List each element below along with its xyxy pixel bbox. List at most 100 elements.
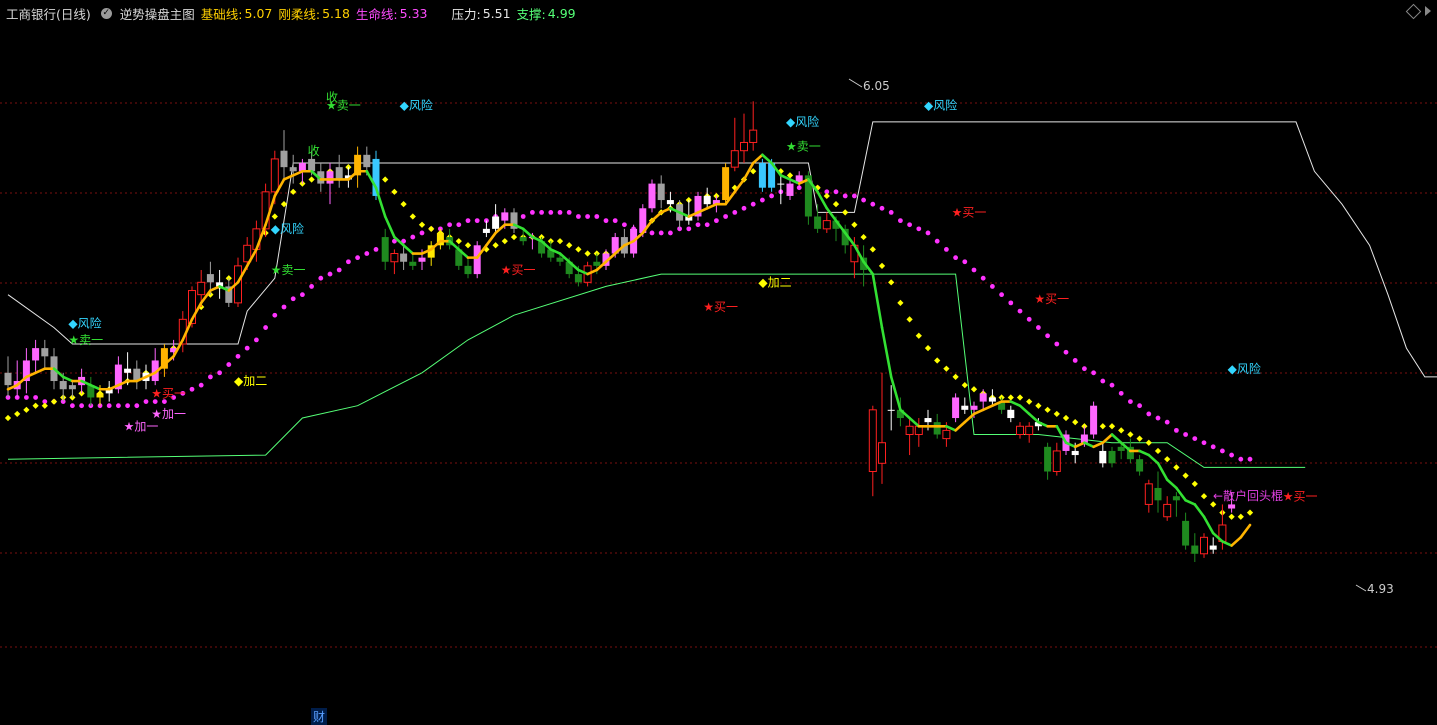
rigid-line-dot (23, 406, 30, 413)
signal-label-sell: ★卖一 (786, 140, 821, 154)
life-line-dot (1054, 341, 1060, 347)
candle-body (381, 237, 389, 262)
signal-label-buy: ★买一 (952, 206, 987, 220)
life-line-dot (217, 370, 223, 376)
candle-body (418, 257, 426, 262)
rigid-line-dot (418, 221, 426, 228)
candle-body (905, 425, 914, 435)
life-line-dot (70, 403, 75, 409)
life-line-dot (907, 222, 912, 228)
candle-body (666, 200, 674, 205)
signal-label-collect: 收 (308, 144, 320, 158)
candle-body (32, 348, 40, 361)
life-line-dot (1146, 411, 1152, 417)
life-line-dot (530, 209, 535, 215)
base-line-segment (291, 169, 304, 177)
candle-body (822, 220, 831, 230)
rigid-line-dot (492, 242, 499, 249)
life-line-dot (134, 403, 140, 409)
diamond-icon[interactable] (1405, 3, 1422, 20)
life-line-dot (603, 218, 609, 224)
signal-label-risk: ◆风险 (924, 98, 957, 113)
candle-body (1200, 536, 1208, 555)
life-line-dot (1036, 325, 1041, 330)
life-line-dot (465, 218, 471, 224)
life-line-dot (419, 230, 425, 236)
stock-name[interactable]: 工商银行 (6, 4, 56, 23)
candle-body (1044, 446, 1052, 472)
candle-body (280, 150, 288, 168)
base-line-segment (1202, 515, 1215, 535)
life-line-dot (1109, 382, 1115, 388)
life-line-dot (962, 259, 968, 265)
signal-label-add_yellow: ◆加二 (234, 374, 267, 388)
indicator-name[interactable]: 逆势操盘主图 (120, 4, 195, 23)
life-line-dot (1118, 390, 1124, 396)
life-line-dot (1174, 427, 1179, 433)
signal-label-buy: ★买一 (1283, 489, 1318, 503)
indicator-info-icon[interactable]: ✓ (100, 7, 112, 19)
base-line-segment (1073, 441, 1086, 449)
life-line-dot (346, 259, 351, 265)
period-label[interactable]: (日线) (56, 4, 91, 23)
candle-body (1117, 446, 1125, 451)
life-line-dot (944, 247, 949, 252)
candle-body (473, 245, 481, 275)
life-line-dot (861, 197, 866, 203)
life-line-dot (106, 403, 112, 409)
candle-body (942, 429, 951, 440)
rigid-line-dot (1246, 509, 1254, 516)
candle-body (409, 261, 417, 266)
rigid-line-dot (1191, 480, 1198, 487)
life-line-dot (309, 284, 314, 289)
base-line-segment (209, 285, 221, 292)
candle-body (1099, 450, 1107, 464)
candle-body (730, 150, 739, 168)
indicator-pressure-value: 5.51 (482, 5, 511, 21)
rigid-line-dot (1200, 493, 1208, 500)
base-line-segment (1101, 433, 1114, 445)
life-line-dot (1229, 452, 1234, 458)
rigid-line-dot (455, 238, 462, 245)
price-grid (0, 102, 1437, 648)
rigid-line-dot (308, 176, 315, 183)
base-line-segment (659, 206, 672, 214)
life-line-dot (769, 193, 774, 199)
candle-body (1108, 450, 1116, 464)
life-line-dot (1238, 456, 1244, 462)
rigid-line-dot (1035, 402, 1042, 409)
expand-arrow-icon[interactable] (1425, 6, 1431, 16)
candle-body (868, 409, 877, 473)
signal-label-add_pink: ★加一 (124, 419, 159, 433)
indicator-base-label: 基础线: (200, 6, 243, 22)
life-line-dot (254, 337, 259, 343)
rigid-line-dot (888, 279, 895, 286)
life-line-dot (520, 214, 526, 219)
candlestick-chart[interactable]: ◆风险★卖一★加一★加一★买一◆加二★卖一◆风险收★卖一收◆风险★买一★买一◆加… (0, 0, 1437, 723)
base-line-segment (1092, 441, 1105, 449)
finance-marker[interactable]: 财 (311, 708, 328, 725)
rigid-line-dot (1145, 439, 1152, 446)
life-line-dot (1201, 440, 1207, 446)
rigid-line-dot (906, 316, 913, 323)
life-line-dot (125, 403, 130, 409)
candle-body (887, 409, 895, 411)
candle-body (786, 183, 794, 196)
life-line-dot (300, 292, 305, 298)
candle-body (1090, 405, 1098, 435)
high-pointer (848, 78, 863, 88)
life-line-dot (116, 403, 121, 409)
rigid-line-dot (556, 238, 564, 245)
rigid-line-dot (1072, 419, 1079, 426)
base-line-segment (1221, 540, 1233, 547)
life-line-dot (750, 201, 756, 207)
rigid-line-dot (391, 188, 398, 195)
base-line-segment (954, 420, 967, 432)
rigid-line-dot (41, 402, 48, 409)
candle-body (878, 442, 886, 464)
rigid-line-dot (575, 246, 582, 253)
life-line-dot (281, 304, 287, 310)
candle-body (492, 216, 500, 229)
candle-body (740, 141, 748, 152)
life-line-dot (1082, 366, 1087, 372)
